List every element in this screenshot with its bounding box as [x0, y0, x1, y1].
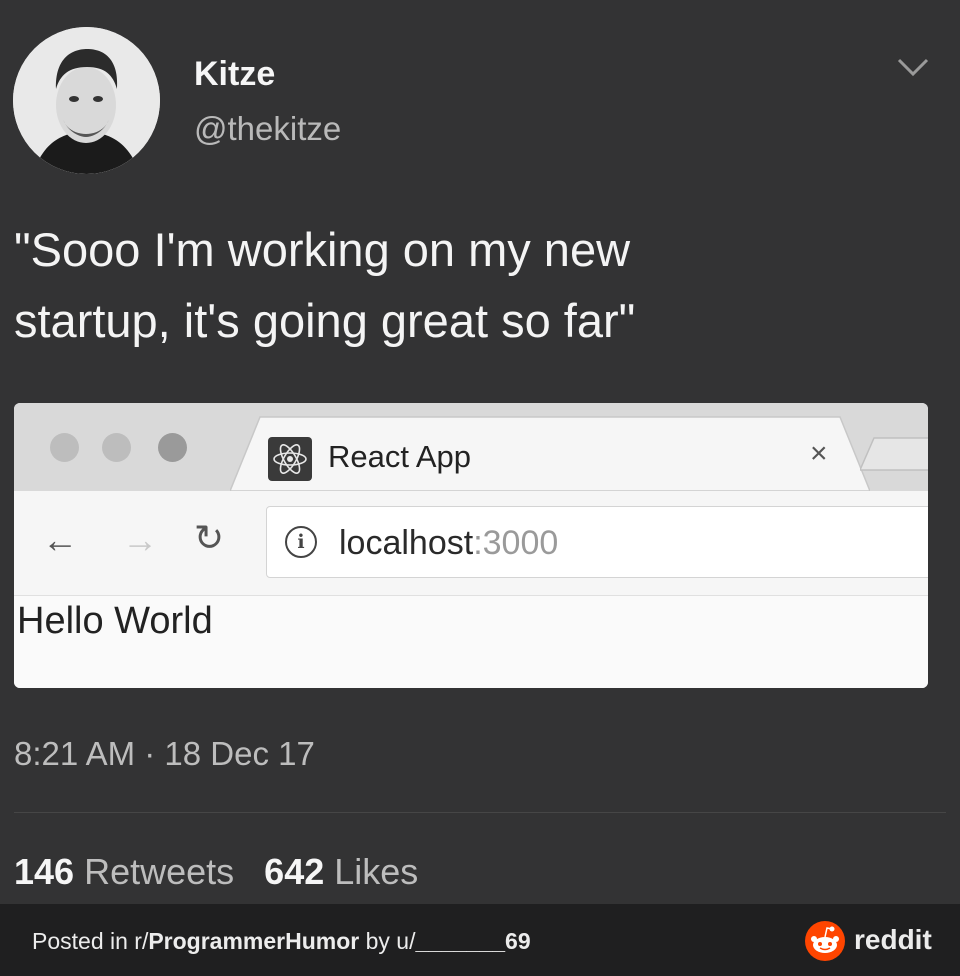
info-icon: i	[285, 526, 317, 558]
divider	[14, 812, 946, 813]
tweet-card: Kitze @thekitze "Sooo I'm working on my …	[0, 0, 960, 904]
url-text: localhost:3000	[339, 524, 558, 563]
tweet-timestamp[interactable]: 8:21 AM · 18 Dec 17	[14, 735, 315, 773]
close-icon: ×	[810, 437, 828, 470]
url-port: :3000	[473, 524, 559, 562]
tweet-stats: 146 Retweets 642 Likes	[14, 851, 418, 893]
tab-title: React App	[328, 439, 472, 474]
username-link[interactable]: _______69	[416, 928, 531, 954]
author-name[interactable]: Kitze	[194, 55, 275, 94]
likes-stat[interactable]: 642 Likes	[264, 851, 418, 892]
chevron-down-icon[interactable]	[893, 52, 933, 82]
reddit-wordmark[interactable]: reddit	[854, 924, 932, 956]
likes-count: 642	[264, 851, 325, 892]
tweet-text: "Sooo I'm working on my new startup, it'…	[14, 223, 636, 347]
arrow-left-icon: ←	[42, 519, 78, 560]
window-maximize-dot	[158, 433, 187, 462]
window-close-dot	[50, 433, 79, 462]
avatar[interactable]	[13, 27, 160, 174]
reload-icon: ↻	[194, 517, 225, 558]
likes-label: Likes	[334, 851, 419, 892]
attribution-by: by u/	[359, 928, 416, 954]
reddit-footer: Posted in r/ProgrammerHumor by u/_______…	[0, 904, 960, 976]
address-bar: i localhost:3000	[266, 506, 928, 578]
browser-tab: React App ×	[230, 415, 870, 491]
post-attribution: Posted in r/ProgrammerHumor by u/_______…	[32, 928, 531, 955]
page-content: Hello World	[14, 595, 928, 688]
attribution-prefix: Posted in r/	[32, 928, 149, 954]
arrow-right-icon: →	[122, 519, 158, 560]
author-handle[interactable]: @thekitze	[194, 110, 341, 148]
browser-screenshot: React App × ← → ↻ i localhost:3000 Hello…	[14, 403, 928, 688]
window-minimize-dot	[102, 433, 131, 462]
retweets-stat[interactable]: 146 Retweets	[14, 851, 234, 892]
subreddit-link[interactable]: ProgrammerHumor	[148, 928, 359, 954]
tab-strip: React App ×	[14, 403, 928, 491]
url-host: localhost	[339, 524, 474, 562]
retweets-label: Retweets	[84, 851, 235, 892]
react-icon	[268, 437, 312, 481]
reddit-icon[interactable]	[805, 921, 845, 961]
browser-toolbar: ← → ↻ i localhost:3000	[14, 491, 928, 595]
retweets-count: 146	[14, 851, 75, 892]
new-tab-icon	[860, 437, 928, 471]
hello-world-text: Hello World	[17, 600, 213, 642]
